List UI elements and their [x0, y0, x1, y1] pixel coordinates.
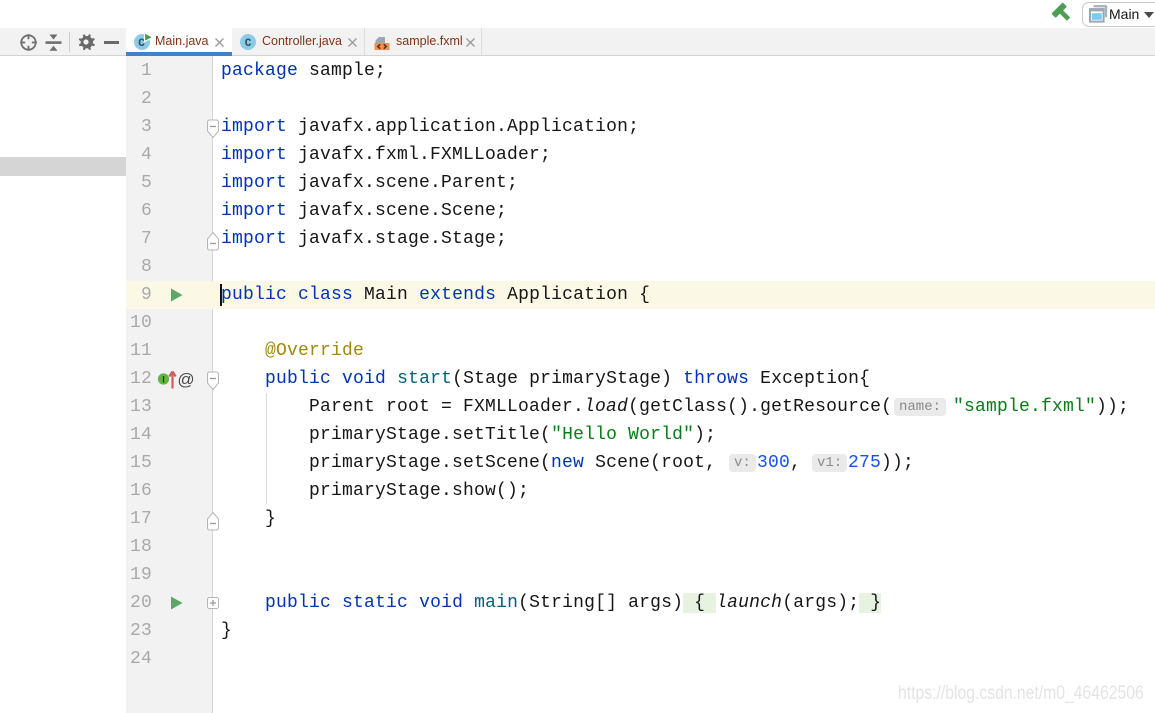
- svg-text:I: I: [162, 375, 165, 385]
- svg-text:C: C: [245, 38, 252, 50]
- svg-text:@: @: [177, 370, 194, 389]
